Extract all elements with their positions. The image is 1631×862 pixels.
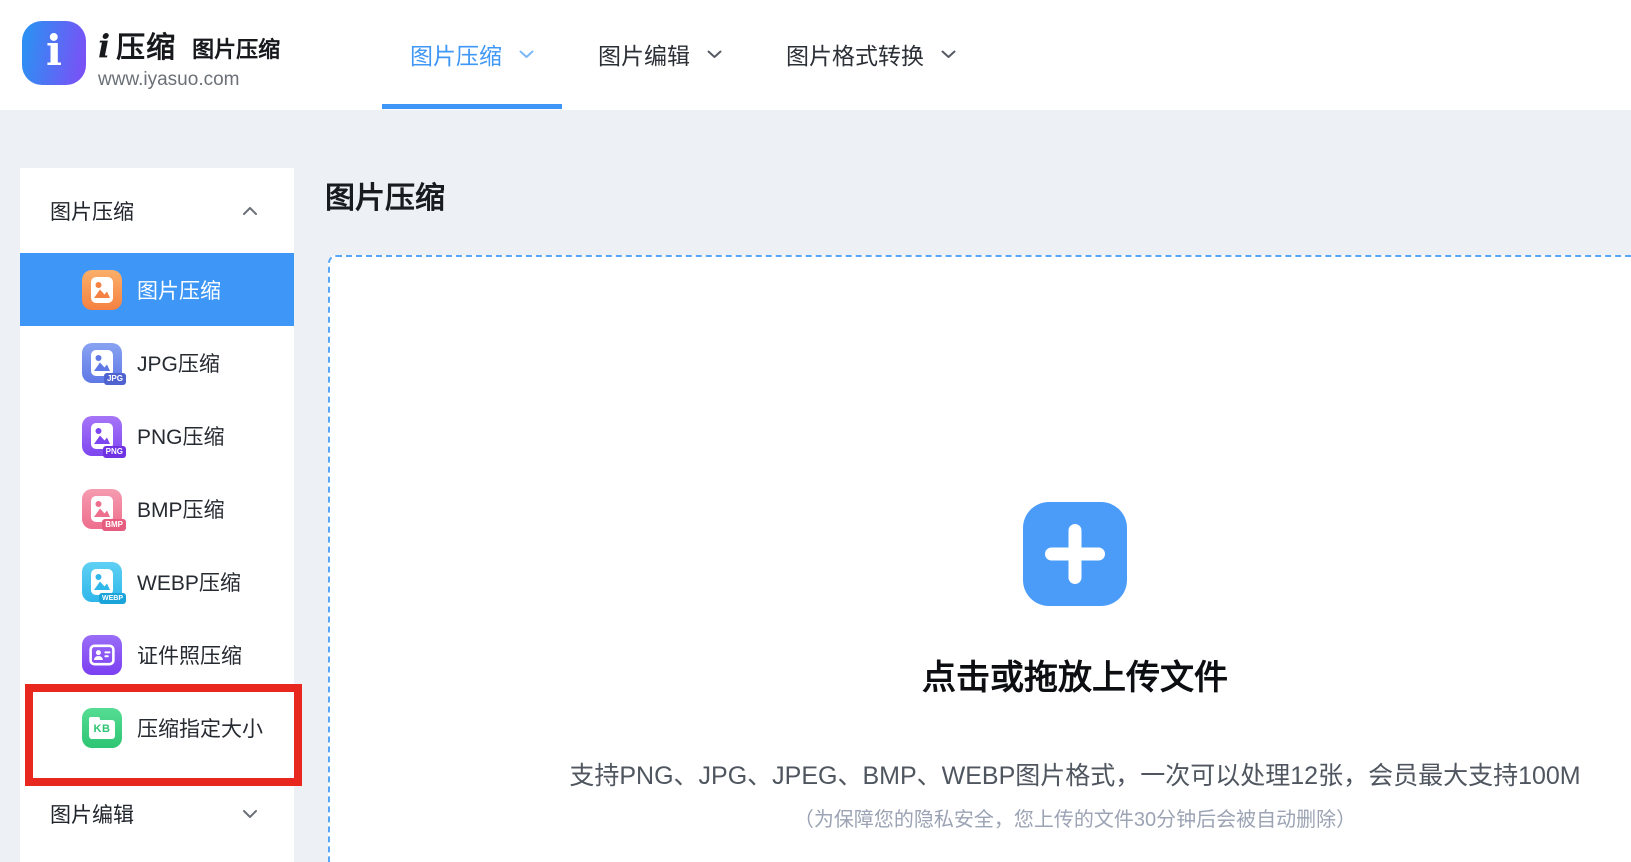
bmp-compress-icon: BMP: [82, 489, 122, 529]
logo-letter: i: [46, 30, 62, 72]
sidebar-item-id-photo-compress[interactable]: 证件照压缩: [20, 618, 294, 691]
top-header: i i 压缩 图片压缩 www.iyasuo.com 图片压缩 图片编辑: [0, 0, 1631, 110]
kb-folder-icon: KB: [89, 720, 115, 739]
sidebar-item-label: 图片压缩: [137, 275, 221, 305]
upload-privacy-note: （为保障您的隐私安全，您上传的文件30分钟后会被自动删除）: [794, 803, 1356, 832]
webp-badge: WEBP: [99, 593, 126, 604]
sidebar-section-label: 图片编辑: [50, 799, 134, 829]
brand-name-i: i: [98, 27, 110, 65]
sidebar-section-label: 图片压缩: [50, 196, 134, 226]
brand-logo[interactable]: i i 压缩 图片压缩 www.iyasuo.com: [22, 21, 280, 91]
page: i i 压缩 图片压缩 www.iyasuo.com 图片压缩 图片编辑: [0, 0, 1631, 862]
sidebar-item-image-compress[interactable]: 图片压缩: [20, 253, 294, 326]
jpg-badge: JPG: [104, 373, 126, 385]
sidebar-item-webp-compress[interactable]: WEBP WEBP压缩: [20, 545, 294, 618]
sidebar-item-label: BMP压缩: [137, 494, 225, 524]
brand-url: www.iyasuo.com: [98, 69, 280, 91]
upload-title: 点击或拖放上传文件: [922, 650, 1228, 699]
sidebar-section-image-compress[interactable]: 图片压缩: [20, 168, 294, 253]
nav-item-label: 图片格式转换: [786, 37, 924, 71]
upload-plus-button[interactable]: [1023, 502, 1127, 606]
sidebar-item-png-compress[interactable]: PNG PNG压缩: [20, 399, 294, 472]
sidebar-item-label: 证件照压缩: [137, 640, 242, 670]
main-nav: 图片压缩 图片编辑 图片格式转换: [410, 0, 956, 108]
brand-logo-icon: i: [22, 21, 86, 85]
sidebar-item-compress-to-size[interactable]: KB 压缩指定大小: [20, 691, 294, 764]
brand-tagline: 图片压缩: [192, 32, 280, 64]
sidebar-item-jpg-compress[interactable]: JPG JPG压缩: [20, 326, 294, 399]
upload-dropzone[interactable]: 点击或拖放上传文件 支持PNG、JPG、JPEG、BMP、WEBP图片格式，一次…: [328, 255, 1631, 862]
chevron-up-icon: [242, 206, 258, 216]
chevron-down-icon: [519, 50, 534, 59]
nav-item-label: 图片编辑: [598, 37, 690, 71]
nav-item-label: 图片压缩: [410, 37, 502, 71]
nav-item-image-compress[interactable]: 图片压缩: [410, 37, 534, 71]
plus-icon: [1069, 524, 1082, 584]
chevron-down-icon: [941, 50, 956, 59]
nav-item-image-edit[interactable]: 图片编辑: [598, 37, 722, 71]
brand-name: 压缩: [116, 24, 176, 66]
sidebar-item-label: PNG压缩: [137, 421, 225, 451]
jpg-compress-icon: JPG: [82, 343, 122, 383]
png-compress-icon: PNG: [82, 416, 122, 456]
upload-format-hint: 支持PNG、JPG、JPEG、BMP、WEBP图片格式，一次可以处理12张，会员…: [569, 756, 1580, 792]
page-title: 图片压缩: [325, 173, 445, 217]
png-badge: PNG: [103, 446, 126, 458]
sidebar-item-label: 压缩指定大小: [137, 713, 263, 743]
webp-compress-icon: WEBP: [82, 562, 122, 602]
image-compress-icon: [82, 270, 122, 310]
sidebar-section-image-edit[interactable]: 图片编辑: [20, 778, 294, 850]
sidebar-item-label: WEBP压缩: [137, 567, 241, 597]
sidebar-item-label: JPG压缩: [137, 348, 220, 378]
chevron-down-icon: [242, 809, 258, 819]
chevron-down-icon: [707, 50, 722, 59]
id-photo-compress-icon: [82, 635, 122, 675]
kb-badge: KB: [94, 723, 111, 735]
bmp-badge: BMP: [102, 519, 126, 531]
sidebar: 图片压缩 图片压缩: [20, 168, 294, 862]
nav-active-underline: [382, 104, 562, 109]
sidebar-item-bmp-compress[interactable]: BMP BMP压缩: [20, 472, 294, 545]
nav-item-format-convert[interactable]: 图片格式转换: [786, 37, 956, 71]
compress-to-size-icon: KB: [82, 708, 122, 748]
brand-text: i 压缩 图片压缩 www.iyasuo.com: [98, 21, 280, 91]
